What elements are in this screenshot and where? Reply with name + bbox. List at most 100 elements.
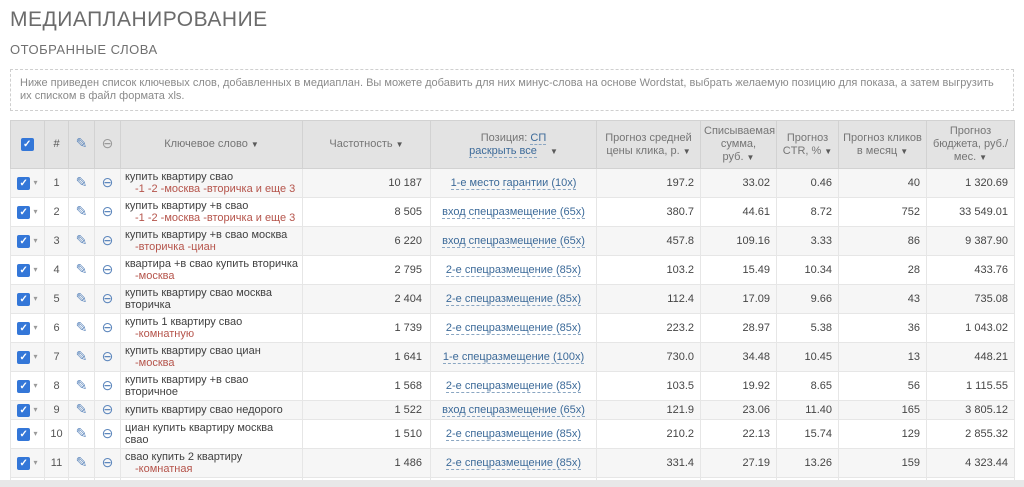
row-select-cell: ▾ (11, 343, 45, 372)
edit-icon[interactable]: ✎ (76, 454, 88, 470)
keyword-text: циан купить квартиру москва свао (125, 422, 298, 446)
row-number: 2 (45, 198, 69, 227)
select-all-checkbox[interactable] (21, 138, 34, 151)
row-checkbox[interactable] (17, 264, 30, 277)
edit-icon[interactable]: ✎ (76, 319, 88, 335)
position-sp-link[interactable]: СП (530, 132, 546, 145)
sort-down-icon: ▼ (251, 140, 259, 149)
remove-icon[interactable]: ⊖ (102, 401, 114, 417)
position-link[interactable]: вход спецразмещение (65x) (442, 404, 585, 417)
col-header-position: Позиция: СП раскрыть все ▼ (431, 121, 597, 169)
minus-words: -1 -2 -москва -вторичка и еще 3 (125, 212, 298, 224)
frequency-value: 6 220 (303, 227, 431, 256)
col-header-keyword[interactable]: Ключевое слово▼ (121, 121, 303, 169)
avg-click-price-value: 730.0 (597, 343, 701, 372)
col-header-frequency[interactable]: Частотность▼ (303, 121, 431, 169)
position-link[interactable]: 1-е место гарантии (10x) (451, 177, 577, 190)
remove-icon[interactable]: ⊖ (102, 135, 114, 151)
budget-value: 1 320.69 (927, 169, 1015, 198)
edit-icon[interactable]: ✎ (76, 261, 88, 277)
edit-icon[interactable]: ✎ (76, 203, 88, 219)
edit-icon[interactable]: ✎ (76, 401, 88, 417)
bottom-strip (0, 480, 1024, 487)
minus-words: -вторичка -циан (125, 241, 298, 253)
sort-down-icon: ▼ (824, 147, 832, 156)
keywords-table-body: ▾1✎⊖купить квартиру свао-1 -2 -москва -в… (11, 169, 1015, 487)
row-checkbox[interactable] (17, 177, 30, 190)
checkbox-dropdown-icon[interactable]: ▾ (33, 352, 37, 361)
clicks-month-value: 43 (839, 285, 927, 314)
sort-down-icon: ▼ (900, 147, 908, 156)
checkbox-dropdown-icon[interactable]: ▾ (33, 207, 37, 216)
expand-all-link[interactable]: раскрыть все (469, 145, 537, 158)
position-link[interactable]: 2-е спецразмещение (85x) (446, 322, 581, 335)
row-number: 7 (45, 343, 69, 372)
edit-icon[interactable]: ✎ (76, 377, 88, 393)
remove-icon[interactable]: ⊖ (102, 377, 114, 393)
position-link[interactable]: 2-е спецразмещение (85x) (446, 264, 581, 277)
writeoff-sum-value: 28.97 (701, 314, 777, 343)
row-checkbox[interactable] (17, 428, 30, 441)
table-header-row: # ✎ ⊖ Ключевое слово▼ Частотность▼ Позиц… (11, 121, 1015, 169)
checkbox-dropdown-icon[interactable]: ▾ (33, 236, 37, 245)
minus-words: -москва (125, 270, 298, 282)
remove-icon[interactable]: ⊖ (102, 348, 114, 364)
frequency-value: 8 505 (303, 198, 431, 227)
writeoff-sum-value: 17.09 (701, 285, 777, 314)
checkbox-dropdown-icon[interactable]: ▾ (33, 458, 37, 467)
col-header-ctr[interactable]: Прогноз CTR, %▼ (777, 121, 839, 169)
keywords-table: # ✎ ⊖ Ключевое слово▼ Частотность▼ Позиц… (10, 120, 1015, 487)
row-select-cell: ▾ (11, 256, 45, 285)
row-checkbox[interactable] (17, 293, 30, 306)
position-link[interactable]: 2-е спецразмещение (85x) (446, 428, 581, 441)
checkbox-dropdown-icon[interactable]: ▾ (33, 265, 37, 274)
keyword-text: купить квартиру +в свао (125, 200, 298, 212)
remove-icon[interactable]: ⊖ (102, 261, 114, 277)
remove-icon[interactable]: ⊖ (102, 425, 114, 441)
row-checkbox[interactable] (17, 351, 30, 364)
checkbox-dropdown-icon[interactable]: ▾ (33, 294, 37, 303)
checkbox-dropdown-icon[interactable]: ▾ (33, 429, 37, 438)
row-number: 3 (45, 227, 69, 256)
row-checkbox[interactable] (17, 380, 30, 393)
position-link[interactable]: вход спецразмещение (65x) (442, 235, 585, 248)
edit-icon[interactable]: ✎ (76, 232, 88, 248)
col-header-clicks-month[interactable]: Прогноз кликов в месяц▼ (839, 121, 927, 169)
edit-icon[interactable]: ✎ (76, 290, 88, 306)
row-checkbox[interactable] (17, 457, 30, 470)
edit-icon[interactable]: ✎ (76, 425, 88, 441)
checkbox-dropdown-icon[interactable]: ▾ (33, 405, 37, 414)
position-link[interactable]: 1-е спецразмещение (100x) (443, 351, 584, 364)
table-row: ▾9✎⊖купить квартиру свао недорого1 522вх… (11, 401, 1015, 420)
col-header-edit: ✎ (69, 121, 95, 169)
row-checkbox[interactable] (17, 206, 30, 219)
checkbox-dropdown-icon[interactable]: ▾ (33, 178, 37, 187)
row-checkbox[interactable] (17, 404, 30, 417)
col-header-writeoff-sum[interactable]: Списываемая сумма, руб.▼ (701, 121, 777, 169)
position-link[interactable]: вход спецразмещение (65x) (442, 206, 585, 219)
checkbox-dropdown-icon[interactable]: ▾ (33, 323, 37, 332)
edit-icon[interactable]: ✎ (76, 348, 88, 364)
col-header-budget[interactable]: Прогноз бюджета, руб./мес.▼ (927, 121, 1015, 169)
frequency-value: 1 641 (303, 343, 431, 372)
position-link[interactable]: 2-е спецразмещение (85x) (446, 293, 581, 306)
remove-icon[interactable]: ⊖ (102, 319, 114, 335)
avg-click-price-value: 121.9 (597, 401, 701, 420)
budget-value: 448.21 (927, 343, 1015, 372)
remove-icon[interactable]: ⊖ (102, 290, 114, 306)
frequency-value: 2 795 (303, 256, 431, 285)
edit-icon[interactable]: ✎ (76, 135, 88, 151)
ctr-value: 3.33 (777, 227, 839, 256)
col-header-avg-click-price[interactable]: Прогноз средней цены клика, р.▼ (597, 121, 701, 169)
row-checkbox[interactable] (17, 235, 30, 248)
row-checkbox[interactable] (17, 322, 30, 335)
remove-icon[interactable]: ⊖ (102, 203, 114, 219)
position-link[interactable]: 2-е спецразмещение (85x) (446, 380, 581, 393)
row-number: 4 (45, 256, 69, 285)
edit-icon[interactable]: ✎ (76, 174, 88, 190)
remove-icon[interactable]: ⊖ (102, 454, 114, 470)
position-link[interactable]: 2-е спецразмещение (85x) (446, 457, 581, 470)
remove-icon[interactable]: ⊖ (102, 174, 114, 190)
checkbox-dropdown-icon[interactable]: ▾ (33, 381, 37, 390)
remove-icon[interactable]: ⊖ (102, 232, 114, 248)
